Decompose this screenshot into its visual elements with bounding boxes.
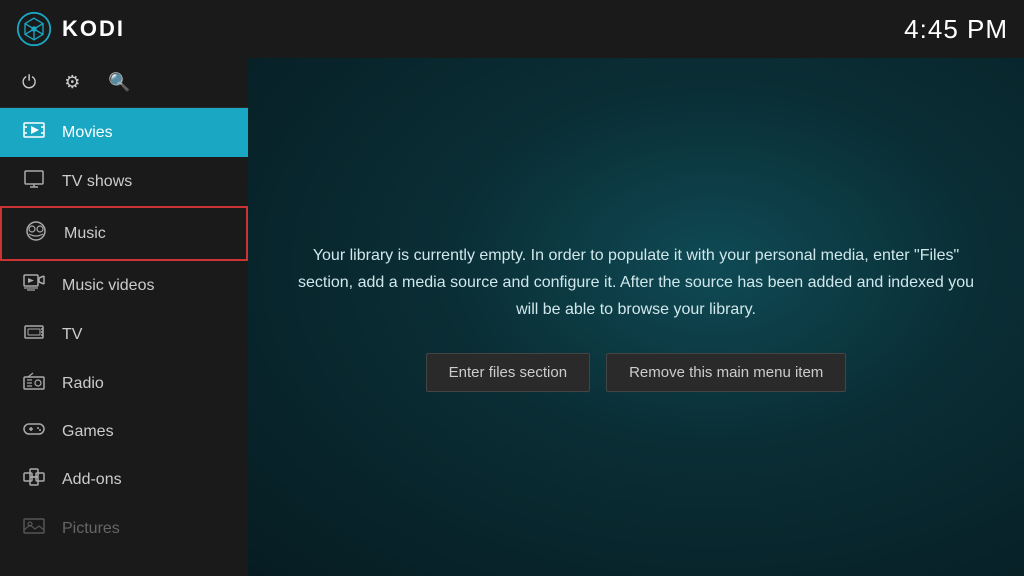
radio-label: Radio [62,375,104,393]
main-layout: ⏻ ⚙ 🔍 Movies [0,58,1024,576]
tv-icon [22,323,46,346]
sidebar-item-tv-shows[interactable]: TV shows [0,157,248,206]
sidebar-item-movies[interactable]: Movies [0,108,248,157]
movies-label: Movies [62,124,113,142]
settings-button[interactable]: ⚙ [64,72,80,93]
music-videos-label: Music videos [62,277,154,295]
tv-label: TV [62,326,82,344]
sidebar-nav: Movies TV shows [0,108,248,576]
pictures-icon [22,517,46,540]
sidebar-item-music[interactable]: Music [0,206,248,261]
add-ons-icon [22,468,46,491]
pictures-label: Pictures [62,520,120,538]
games-label: Games [62,423,114,441]
movies-icon [22,121,46,144]
sidebar-item-add-ons[interactable]: Add-ons [0,455,248,504]
radio-icon [22,372,46,395]
music-icon [24,221,48,246]
top-bar: KODI 4:45 PM [0,0,1024,58]
tv-shows-label: TV shows [62,173,132,191]
app-title: KODI [62,16,125,42]
music-videos-icon [22,274,46,297]
content-area: Your library is currently empty. In orde… [248,58,1024,576]
music-label: Music [64,225,106,243]
sidebar-item-games[interactable]: Games [0,408,248,455]
games-icon [22,421,46,442]
empty-library-message: Your library is currently empty. In orde… [288,242,984,324]
kodi-logo-icon [16,11,52,47]
action-buttons: Enter files section Remove this main men… [288,353,984,392]
power-button[interactable]: ⏻ [22,72,36,93]
sidebar-item-radio[interactable]: Radio [0,359,248,408]
sidebar-item-music-videos[interactable]: Music videos [0,261,248,310]
app-branding: KODI [16,11,125,47]
empty-library-card: Your library is currently empty. In orde… [288,242,984,393]
clock: 4:45 PM [904,14,1008,45]
enter-files-button[interactable]: Enter files section [426,353,590,392]
sidebar-toolbar: ⏻ ⚙ 🔍 [0,58,248,108]
search-button[interactable]: 🔍 [108,72,130,93]
tv-shows-icon [22,170,46,193]
remove-menu-item-button[interactable]: Remove this main menu item [606,353,846,392]
sidebar: ⏻ ⚙ 🔍 Movies [0,58,248,576]
sidebar-item-pictures[interactable]: Pictures [0,504,248,553]
sidebar-item-tv[interactable]: TV [0,310,248,359]
add-ons-label: Add-ons [62,471,122,489]
